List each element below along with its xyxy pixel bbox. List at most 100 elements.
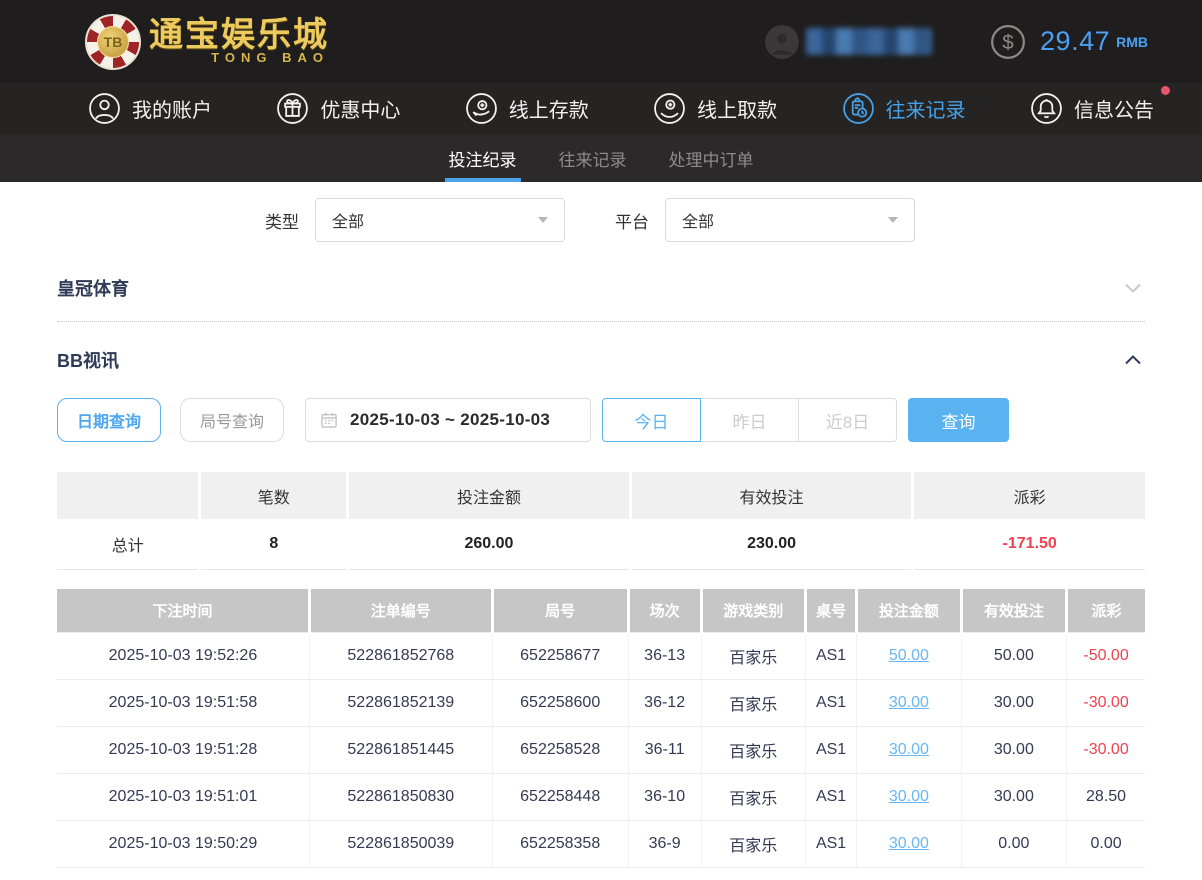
date-range-input[interactable]: 2025-10-03 ~ 2025-10-03 <box>305 398 591 442</box>
round-id: 652258677 <box>491 631 629 680</box>
payout: 0.00 <box>1066 820 1145 868</box>
nav-item-withdraw[interactable]: 线上取款 <box>653 92 777 125</box>
tab-pending-orders[interactable]: 处理中订单 <box>648 134 775 182</box>
bet-amount-link[interactable]: 50.00 <box>889 647 929 664</box>
session: 36-11 <box>627 726 702 774</box>
nav-item-my-account[interactable]: 我的账户 <box>88 92 212 125</box>
table-no: AS1 <box>805 631 857 680</box>
platform-select[interactable]: 全部 <box>665 198 915 242</box>
col-valid-bet: 有效投注 <box>959 589 1067 632</box>
record-tabs: 投注纪录 往来记录 处理中订单 <box>0 134 1202 182</box>
svg-text:$: $ <box>1002 31 1014 54</box>
order-id: 522861852768 <box>308 631 493 680</box>
notification-badge <box>1160 86 1170 95</box>
payout: 28.50 <box>1066 773 1145 821</box>
bet-time: 2025-10-03 19:51:28 <box>57 726 310 774</box>
col-round-id: 局号 <box>490 589 629 632</box>
tab-bet-records[interactable]: 投注纪录 <box>428 134 538 182</box>
session: 36-12 <box>627 679 702 727</box>
avatar-person-icon <box>765 24 800 59</box>
section-bb-video[interactable]: BB视讯 <box>57 340 1145 380</box>
valid-bet: 30.00 <box>960 679 1067 727</box>
chevron-down-icon <box>1125 283 1141 293</box>
tab-transaction-records[interactable]: 往来记录 <box>538 134 648 182</box>
table-row: 2025-10-03 19:52:26 522861852768 6522586… <box>57 631 1145 680</box>
table-no: AS1 <box>805 820 857 868</box>
filter-row: 类型 全部 平台 全部 <box>265 198 1145 242</box>
dollar-coin-icon: $ <box>991 24 1025 59</box>
nav-item-deposit[interactable]: 线上存款 <box>465 92 589 125</box>
bet-amount-link[interactable]: 30.00 <box>889 788 929 805</box>
round-id: 652258600 <box>491 679 629 727</box>
summary-header-payout: 派彩 <box>914 472 1145 519</box>
payout: -30.00 <box>1066 726 1145 774</box>
bet-records-table: 下注时间 注单编号 局号 场次 游戏类别 桌号 投注金额 有效投注 派彩 202… <box>57 589 1145 868</box>
quick-range-group: 今日 昨日 近8日 <box>602 398 897 442</box>
summary-header-bet-amount: 投注金额 <box>349 472 629 519</box>
calendar-icon <box>321 412 337 428</box>
caret-down-icon <box>538 217 548 223</box>
avatar[interactable] <box>765 24 800 59</box>
date-query-button[interactable]: 日期查询 <box>57 398 161 442</box>
nav-label: 我的账户 <box>132 100 212 122</box>
platform-select-value: 全部 <box>682 214 715 231</box>
type-filter-label: 类型 <box>265 212 299 232</box>
nav-label: 往来记录 <box>885 100 966 122</box>
valid-bet: 50.00 <box>960 631 1067 680</box>
bet-amount-link[interactable]: 30.00 <box>889 835 929 852</box>
nav-item-promotions[interactable]: 优惠中心 <box>276 92 400 125</box>
site-logo[interactable]: TB 通宝娱乐城 TONG BAO <box>85 13 329 70</box>
payout: -50.00 <box>1066 631 1145 680</box>
round-id: 652258358 <box>491 820 629 868</box>
col-game-type: 游戏类别 <box>699 589 806 632</box>
round-query-button[interactable]: 局号查询 <box>180 398 284 442</box>
round-id: 652258448 <box>491 773 629 821</box>
caret-down-icon <box>888 217 898 223</box>
bet-amount-link[interactable]: 30.00 <box>889 741 929 758</box>
bet-amount-link[interactable]: 30.00 <box>889 694 929 711</box>
poker-chip-icon: TB <box>85 13 141 70</box>
payout: -30.00 <box>1066 679 1145 727</box>
table-row: 2025-10-03 19:51:58 522861852139 6522586… <box>57 679 1145 727</box>
search-button[interactable]: 查询 <box>908 398 1009 442</box>
range-last8days-button[interactable]: 近8日 <box>798 398 897 442</box>
game-type: 百家乐 <box>700 820 806 868</box>
table-no: AS1 <box>805 679 857 727</box>
bet-time: 2025-10-03 19:52:26 <box>57 631 310 680</box>
order-id: 522861850830 <box>308 773 493 821</box>
main-nav: 我的账户 优惠中心 线上存款 线上取款 往来记录 信息公告 <box>0 83 1202 134</box>
date-range-value: 2025-10-03 ~ 2025-10-03 <box>350 410 551 429</box>
gift-icon <box>277 93 309 124</box>
nav-item-announcements[interactable]: 信息公告 <box>1030 86 1170 125</box>
section-crown-sports[interactable]: 皇冠体育 <box>57 268 1145 308</box>
table-header-row: 下注时间 注单编号 局号 场次 游戏类别 桌号 投注金额 有效投注 派彩 <box>57 589 1145 632</box>
top-header: TB 通宝娱乐城 TONG BAO $ 29.47 RMB <box>0 0 1202 83</box>
type-select-value: 全部 <box>332 214 365 231</box>
summary-bet-amount: 260.00 <box>349 519 629 570</box>
game-type: 百家乐 <box>700 773 806 821</box>
content: 类型 全部 平台 全部 皇冠体育 BB视讯 日期查询 局号查询 2025-10-… <box>0 182 1202 868</box>
chip-tb-label: TB <box>97 25 129 58</box>
order-id: 522861851445 <box>308 726 493 774</box>
table-row: 2025-10-03 19:51:01 522861850830 6522584… <box>57 773 1145 821</box>
chevron-up-icon <box>1125 355 1141 365</box>
user-area: $ 29.47 RMB <box>765 23 1148 61</box>
range-yesterday-button[interactable]: 昨日 <box>700 398 799 442</box>
col-session: 场次 <box>626 589 702 632</box>
valid-bet: 30.00 <box>960 726 1067 774</box>
nav-label: 优惠中心 <box>320 100 401 122</box>
table-no: AS1 <box>805 726 857 774</box>
nav-label: 线上存款 <box>508 100 589 122</box>
game-type: 百家乐 <box>700 726 806 774</box>
nav-item-transaction-records[interactable]: 往来记录 <box>842 92 966 125</box>
summary-header-empty <box>57 472 199 519</box>
summary-table: 笔数 投注金额 有效投注 派彩 总计 8 260.00 230.00 -171.… <box>57 472 1145 570</box>
dotted-divider <box>57 321 1145 322</box>
type-select[interactable]: 全部 <box>315 198 565 242</box>
balance-amount: 29.47 <box>1040 26 1111 56</box>
game-type: 百家乐 <box>700 631 806 680</box>
bell-icon <box>1031 93 1062 124</box>
query-controls: 日期查询 局号查询 2025-10-03 ~ 2025-10-03 今日 昨日 … <box>57 398 1145 442</box>
range-today-button[interactable]: 今日 <box>602 398 701 442</box>
table-no: AS1 <box>805 773 857 821</box>
